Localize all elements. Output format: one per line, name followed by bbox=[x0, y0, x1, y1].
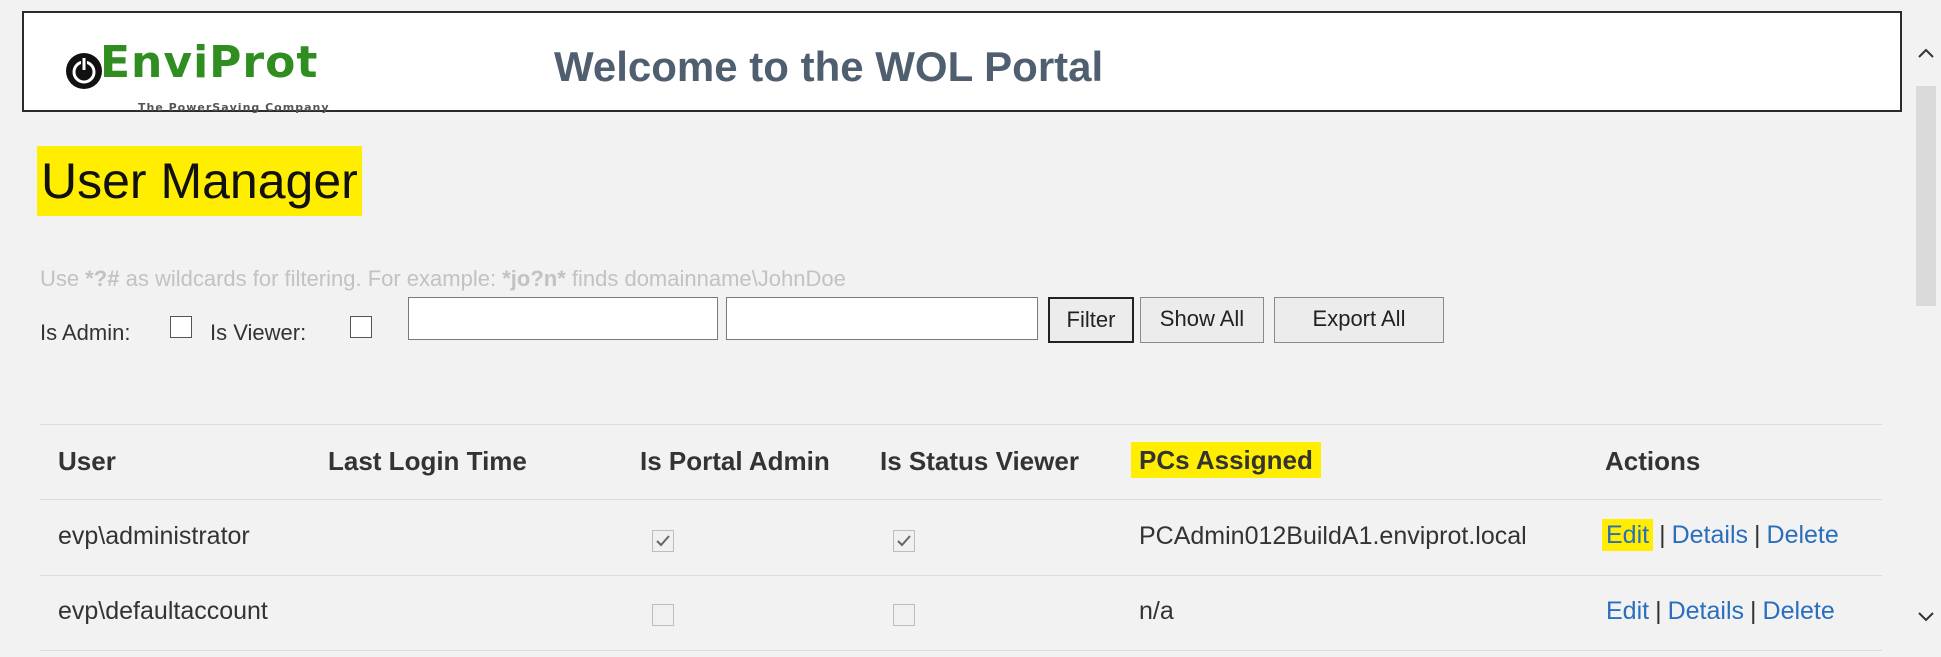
hint-example: *jo?n* bbox=[502, 266, 566, 291]
row-actions: Edit | Details | Delete bbox=[1606, 597, 1835, 626]
col-is-portal-admin: Is Portal Admin bbox=[640, 446, 830, 476]
power-icon bbox=[66, 53, 102, 89]
hint-middle: as wildcards for filtering. For example: bbox=[119, 266, 503, 291]
filter-button[interactable]: Filter bbox=[1048, 297, 1134, 343]
col-pcs-assigned: PCs Assigned bbox=[1131, 442, 1321, 478]
scrollbar-thumb[interactable] bbox=[1916, 86, 1936, 306]
hint-suffix: finds domainname\JohnDoe bbox=[565, 266, 846, 291]
filter-text-input-2[interactable] bbox=[726, 297, 1038, 340]
col-last-login: Last Login Time bbox=[328, 446, 527, 476]
status-viewer-checkbox bbox=[893, 530, 915, 552]
header-bottom-rule bbox=[40, 499, 1882, 500]
col-user: User bbox=[58, 446, 116, 476]
edit-link[interactable]: Edit bbox=[1606, 597, 1649, 625]
row-rule bbox=[40, 650, 1882, 651]
details-link[interactable]: Details bbox=[1672, 521, 1748, 549]
action-separator: | bbox=[1754, 521, 1761, 549]
user-cell: evp\defaultaccount bbox=[58, 597, 268, 625]
action-separator: | bbox=[1655, 597, 1662, 625]
col-actions: Actions bbox=[1605, 446, 1701, 476]
status-viewer-checkbox bbox=[893, 604, 915, 626]
check-icon bbox=[897, 535, 911, 547]
portal-admin-checkbox bbox=[652, 530, 674, 552]
action-separator: | bbox=[1750, 597, 1757, 625]
col-is-status-viewer: Is Status Viewer bbox=[880, 446, 1079, 476]
is-viewer-label: Is Viewer: bbox=[210, 320, 307, 345]
hint-wildcards: *?# bbox=[85, 266, 120, 291]
enviprot-logo: EnviProt The PowerSaving Company bbox=[38, 29, 358, 114]
welcome-title: Welcome to the WOL Portal bbox=[554, 43, 1104, 90]
pcs-assigned-cell: PCAdmin012BuildA1.enviprot.local bbox=[1139, 522, 1527, 550]
delete-link[interactable]: Delete bbox=[1767, 521, 1839, 549]
filter-hint: Use *?# as wildcards for filtering. For … bbox=[40, 266, 846, 292]
is-viewer-checkbox[interactable] bbox=[350, 316, 372, 338]
logo-name: EnviProt bbox=[100, 37, 319, 88]
pcs-assigned-cell: n/a bbox=[1139, 597, 1174, 625]
check-icon bbox=[656, 535, 670, 547]
chevron-up-icon[interactable] bbox=[1916, 44, 1936, 64]
portal-admin-checkbox bbox=[652, 604, 674, 626]
table-top-rule bbox=[40, 424, 1882, 425]
user-cell: evp\administrator bbox=[58, 522, 250, 550]
row-actions: Edit | Details | Delete bbox=[1602, 519, 1839, 551]
details-link[interactable]: Details bbox=[1668, 597, 1744, 625]
page-title: User Manager bbox=[37, 146, 362, 216]
hint-prefix: Use bbox=[40, 266, 86, 291]
action-separator: | bbox=[1659, 521, 1666, 549]
delete-link[interactable]: Delete bbox=[1763, 597, 1835, 625]
is-admin-checkbox[interactable] bbox=[170, 316, 192, 338]
chevron-down-icon[interactable] bbox=[1916, 606, 1936, 626]
portal-header: EnviProt The PowerSaving Company Welcome… bbox=[22, 11, 1902, 114]
vertical-scrollbar[interactable] bbox=[1912, 24, 1940, 657]
logo-tagline: The PowerSaving Company bbox=[138, 101, 330, 114]
is-admin-label: Is Admin: bbox=[40, 320, 131, 345]
row-rule bbox=[40, 575, 1882, 576]
show-all-button[interactable]: Show All bbox=[1140, 297, 1264, 343]
filter-text-input-1[interactable] bbox=[408, 297, 718, 340]
edit-link[interactable]: Edit bbox=[1602, 519, 1654, 551]
export-all-button[interactable]: Export All bbox=[1274, 297, 1444, 343]
